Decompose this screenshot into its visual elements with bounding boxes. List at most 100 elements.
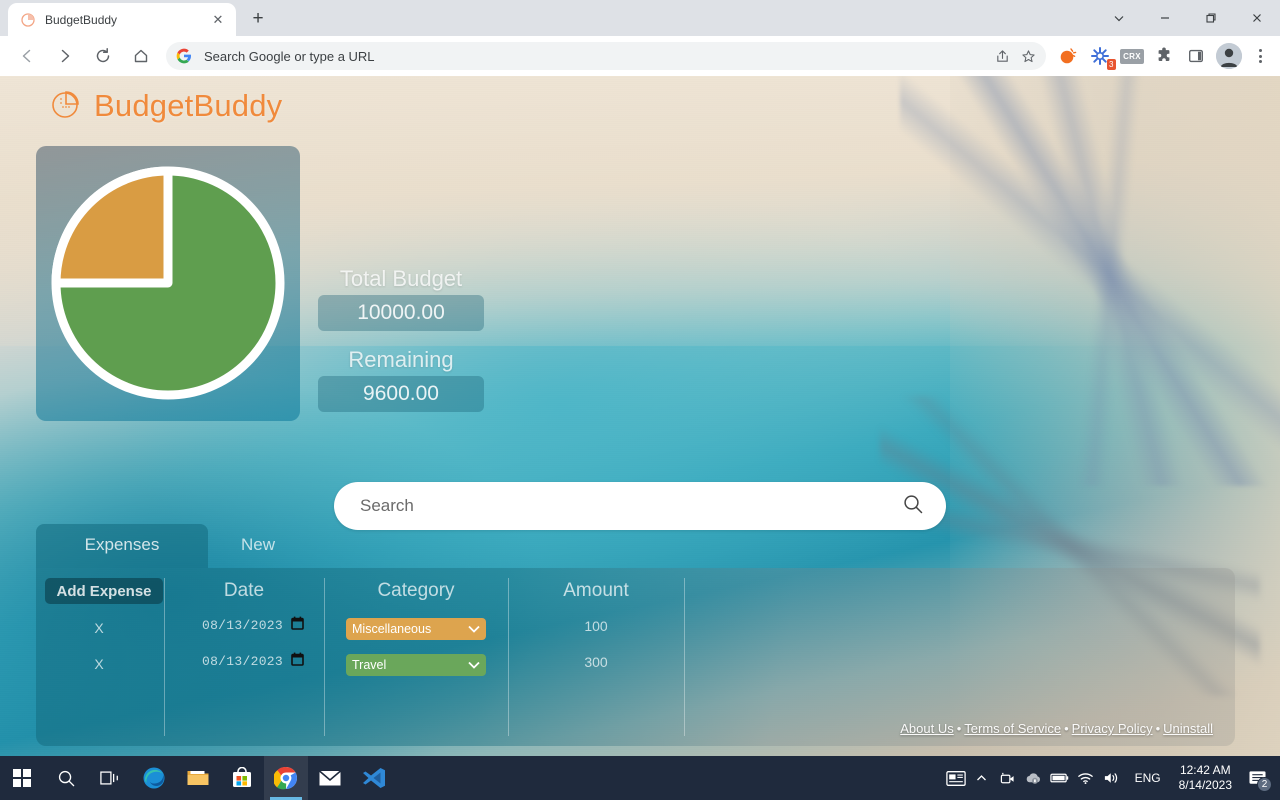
- total-budget-value[interactable]: 10000.00: [318, 295, 484, 331]
- edge-button[interactable]: [132, 756, 176, 800]
- expenses-panel: Date Category Amount Add Expense X 08/13…: [36, 568, 1235, 746]
- calendar-icon[interactable]: [291, 652, 304, 671]
- camera-icon[interactable]: [995, 756, 1021, 800]
- new-tab-button[interactable]: +: [244, 5, 272, 33]
- footer-link-privacy[interactable]: Privacy Policy: [1072, 721, 1153, 736]
- omnibox-actions: [988, 44, 1040, 68]
- expense-category-select[interactable]: Travel: [346, 654, 486, 676]
- language-indicator[interactable]: ENG: [1125, 771, 1171, 785]
- avatar[interactable]: [1216, 43, 1242, 69]
- minimize-icon[interactable]: [1142, 0, 1188, 36]
- three-dot-menu-icon[interactable]: [1248, 43, 1272, 69]
- window-controls: [1096, 0, 1280, 36]
- column-divider: [324, 578, 325, 736]
- file-explorer-button[interactable]: [176, 756, 220, 800]
- budget-pie-chart: [51, 166, 285, 400]
- footer-link-terms[interactable]: Terms of Service: [964, 721, 1061, 736]
- star-icon[interactable]: [1016, 44, 1040, 68]
- mail-button[interactable]: [308, 756, 352, 800]
- column-header-date: Date: [223, 580, 265, 601]
- restore-icon[interactable]: [1188, 0, 1234, 36]
- close-icon[interactable]: ✕: [208, 10, 228, 30]
- crx-extension-icon[interactable]: CRX: [1119, 43, 1145, 69]
- onedrive-icon[interactable]: [1021, 756, 1047, 800]
- app-title: BudgetBuddy: [94, 87, 283, 123]
- microsoft-store-button[interactable]: [220, 756, 264, 800]
- expense-date-field[interactable]: 08/13/2023: [176, 616, 304, 635]
- start-button[interactable]: [0, 756, 44, 800]
- back-icon[interactable]: [13, 42, 41, 70]
- chrome-button[interactable]: [264, 756, 308, 800]
- expense-amount-value[interactable]: 100: [521, 618, 671, 634]
- system-tray: ENG 12:42 AM 8/14/2023 2: [943, 756, 1280, 800]
- delete-expense-button[interactable]: X: [36, 620, 162, 636]
- footer-links: About Us • Terms of Service • Privacy Policy…: [900, 721, 1213, 736]
- remaining-value: 9600.00: [318, 376, 484, 412]
- notification-badge: 2: [1257, 777, 1272, 792]
- footer-separator: •: [1064, 721, 1069, 736]
- wifi-icon[interactable]: [1073, 756, 1099, 800]
- colorful-extension-icon[interactable]: 3: [1087, 43, 1116, 70]
- address-bar[interactable]: Search Google or type a URL: [166, 42, 1046, 70]
- vscode-button[interactable]: [352, 756, 396, 800]
- chrome-browser-window: BudgetBuddy ✕ + Search Google or type a …: [0, 0, 1280, 756]
- browser-tab-title: BudgetBuddy: [45, 12, 118, 27]
- footer-link-about-us[interactable]: About Us: [900, 721, 953, 736]
- search-button[interactable]: [44, 756, 88, 800]
- forward-icon[interactable]: [51, 42, 79, 70]
- notifications-button[interactable]: 2: [1240, 756, 1274, 800]
- expense-date-value: 08/13/2023: [201, 618, 283, 633]
- close-window-icon[interactable]: [1234, 0, 1280, 36]
- search-icon[interactable]: [902, 493, 924, 520]
- side-panel-icon[interactable]: [1183, 43, 1209, 69]
- volume-icon[interactable]: [1099, 756, 1125, 800]
- google-g-icon: [176, 48, 192, 64]
- tab-expenses[interactable]: Expenses: [36, 524, 208, 568]
- column-header-amount: Amount: [563, 580, 629, 601]
- extension-badge-count: 3: [1106, 59, 1116, 70]
- budget-pie-chart-card: [36, 146, 300, 421]
- budgetbuddy-page: BudgetBuddy Total Budget 10000.00 Remain…: [0, 76, 1280, 756]
- puzzle-extensions-icon[interactable]: [1151, 43, 1177, 69]
- column-divider: [684, 578, 685, 736]
- reload-icon[interactable]: [89, 42, 117, 70]
- total-budget-label: Total Budget: [339, 266, 463, 291]
- expense-date-value: 08/13/2023: [201, 654, 283, 669]
- chevron-down-icon[interactable]: [1096, 0, 1142, 36]
- expenses-table: Date Category Amount Add Expense X 08/13…: [36, 568, 1235, 746]
- clock-date: 8/14/2023: [1178, 778, 1232, 792]
- home-icon[interactable]: [127, 42, 155, 70]
- windows-taskbar: ENG 12:42 AM 8/14/2023 2: [0, 756, 1280, 800]
- tab-new[interactable]: New: [208, 524, 308, 568]
- footer-separator: •: [956, 721, 962, 736]
- search-input[interactable]: [360, 496, 902, 516]
- share-icon[interactable]: [990, 44, 1014, 68]
- column-divider: [164, 578, 165, 736]
- search-bar[interactable]: [334, 482, 946, 530]
- add-expense-button[interactable]: Add Expense: [45, 578, 163, 604]
- pie-chart-logo: [50, 86, 84, 125]
- column-divider: [508, 578, 509, 736]
- delete-expense-button[interactable]: X: [36, 656, 162, 672]
- chevron-up-icon[interactable]: [969, 756, 995, 800]
- expense-category-select[interactable]: Miscellaneous: [346, 618, 486, 640]
- tab-strip: BudgetBuddy ✕ +: [0, 0, 1280, 36]
- expense-date-field[interactable]: 08/13/2023: [176, 652, 304, 671]
- news-weather-icon[interactable]: [943, 756, 969, 800]
- footer-separator: •: [1155, 721, 1161, 736]
- budgetbuddy-extension-icon[interactable]: [1055, 43, 1081, 69]
- expense-amount-value[interactable]: 300: [521, 654, 671, 670]
- clock-time: 12:42 AM: [1179, 763, 1231, 777]
- app-tabs: Expenses New: [36, 524, 308, 568]
- pie-chart-favicon: [20, 12, 36, 28]
- footer-link-uninstall[interactable]: Uninstall: [1163, 721, 1213, 736]
- task-view-button[interactable]: [88, 756, 132, 800]
- browser-tab-budgetbuddy[interactable]: BudgetBuddy ✕: [8, 3, 236, 36]
- budget-summary: Total Budget 10000.00 Remaining 9600.00: [318, 266, 484, 428]
- app-logo: BudgetBuddy: [50, 86, 282, 125]
- remaining-label: Remaining: [348, 347, 454, 372]
- battery-icon[interactable]: [1047, 756, 1073, 800]
- column-header-category: Category: [377, 580, 455, 601]
- clock[interactable]: 12:42 AM 8/14/2023: [1171, 763, 1240, 793]
- calendar-icon[interactable]: [291, 616, 304, 635]
